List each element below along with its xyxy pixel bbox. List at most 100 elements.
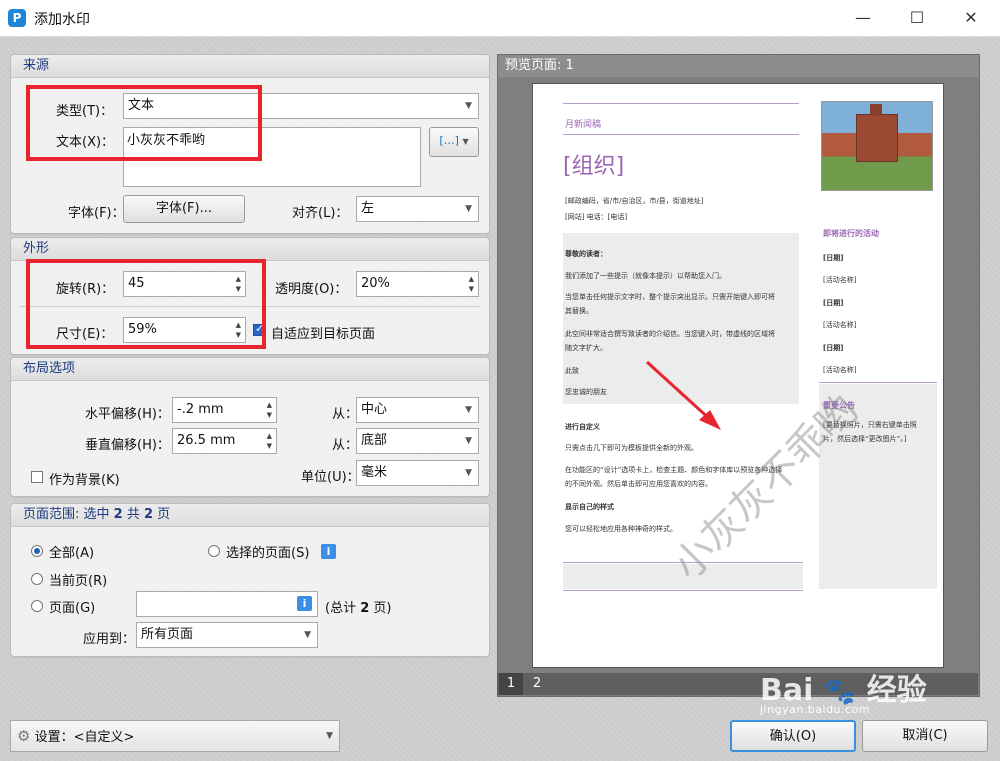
insert-macro-button[interactable]: […] ▼ [429, 127, 479, 157]
total-note-text: 页) [369, 601, 392, 616]
doc-heading: 进行自定义 [565, 423, 600, 431]
photo-tower-shape [870, 104, 882, 116]
chevron-down-icon: ▼ [304, 630, 311, 640]
divider [563, 103, 799, 104]
align-select[interactable]: 左 ▼ [356, 196, 479, 222]
chevron-down-icon: ▼ [462, 137, 469, 146]
spinner-icon[interactable]: ▲ ▼ [236, 274, 241, 294]
doc-date: [日期] [823, 299, 844, 307]
total-note-text: (总计 [325, 601, 361, 616]
spinner-icon[interactable]: ▲ ▼ [267, 431, 272, 451]
appearance-group: 外形 旋转(R)： 45 ▲ ▼ 透明度(O)： 20% ▲ ▼ 尺寸(E)： 59… [10, 237, 490, 355]
doc-newsletter: 月新闻稿 [565, 120, 602, 130]
page-tab-2[interactable]: 2 [525, 673, 549, 695]
close-button[interactable]: ✕ [948, 0, 994, 36]
doc-date: [日期] [823, 344, 844, 352]
app-icon: P [8, 9, 26, 27]
all-pages-radio[interactable] [31, 545, 43, 557]
size-stepper[interactable]: 59% ▲ ▼ [123, 317, 246, 343]
doc-paragraph: 随文字扩大。 [565, 344, 607, 352]
rotate-label: 旋转(R)： [56, 282, 115, 297]
apply-to-select[interactable]: 所有页面 ▼ [136, 622, 318, 648]
v-from-select[interactable]: 底部 ▼ [356, 428, 479, 454]
fit-page-label: 自适应到目标页面 [271, 327, 376, 342]
divider [19, 306, 481, 307]
doc-address: [邮政编码，省/市/自治区，市/县，街道地址] [565, 197, 704, 205]
brand-text: 经验 [866, 673, 927, 708]
bottom-bar: ⚙ 设置：<自定义> ▼ jingyan.baidu.com Bai 🐾 经验 … [0, 673, 1000, 761]
text-label: 文本(X)： [56, 135, 115, 150]
page-range-group: 页面范围: 选中 2 共 2 页 全部(A) 选择的页面(S) i 当前页(R)… [10, 503, 490, 657]
h-offset-stepper[interactable]: -.2 mm ▲ ▼ [172, 397, 277, 423]
building-photo [821, 101, 933, 191]
ok-button[interactable]: 确认(O) [730, 720, 856, 752]
source-group: 来源 类型(T)： 文本 ▼ 文本(X)： 小灰灰不乖哟 […] ▼ 字体(F)… [10, 54, 490, 234]
apply-to-value: 所有页面 [141, 627, 194, 642]
chevron-down-icon: ▼ [465, 436, 472, 446]
size-value: 59% [128, 322, 157, 337]
page-range-header: 页面范围: 选中 2 共 2 页 [11, 504, 489, 527]
doc-greeting: 尊敬的读者： [565, 250, 607, 258]
doc-event: [活动名称] [823, 366, 857, 374]
window-title: 添加水印 [34, 12, 90, 28]
font-button[interactable]: 字体(F)... [123, 195, 245, 223]
h-from-value: 中心 [361, 402, 388, 417]
unit-select[interactable]: 毫米 ▼ [356, 460, 479, 486]
selected-pages-radio[interactable] [208, 545, 220, 557]
spinner-icon[interactable]: ▲ ▼ [236, 320, 241, 340]
range-selected-count: 2 [113, 507, 123, 522]
doc-paragraph: 的不同外观。然后单击即可应用您喜欢的内容。 [565, 480, 712, 488]
divider [563, 590, 803, 591]
doc-paragraph: 您可以轻松地应用各种神奇的样式。 [565, 525, 677, 533]
type-select[interactable]: 文本 ▼ [123, 93, 479, 119]
fit-page-checkbox[interactable] [253, 322, 265, 336]
doc-org: [组织] [563, 154, 625, 179]
text-input[interactable]: 小灰灰不乖哟 [123, 127, 421, 187]
doc-date: [日期] [823, 254, 844, 262]
pages-radio[interactable] [31, 600, 43, 612]
doc-sign: 您忠诚的朋友 [565, 388, 607, 396]
range-header-text: 共 [122, 507, 144, 522]
doc-event: [活动名称] [823, 276, 857, 284]
v-from-value: 底部 [361, 433, 388, 448]
brand-text: Bai [760, 673, 814, 708]
doc-paragraph: 其替换。 [565, 307, 593, 315]
size-label: 尺寸(E)： [56, 327, 114, 342]
doc-paragraph: 我们添加了一些提示（就像本提示）以帮助您入门。 [565, 272, 726, 280]
spinner-icon[interactable]: ▲ ▼ [267, 400, 272, 420]
h-offset-label: 水平偏移(H)： [85, 407, 170, 422]
doc-closing: 此致 [565, 367, 579, 375]
minimize-button[interactable]: — [840, 0, 886, 36]
total-note-count: 2 [360, 601, 370, 616]
chevron-down-icon: ▼ [465, 468, 472, 478]
pages-label: 页面(G) [49, 601, 96, 616]
h-offset-value: -.2 mm [177, 402, 224, 417]
current-page-label: 当前页(R) [49, 574, 108, 589]
background-checkbox[interactable] [31, 471, 43, 483]
type-value: 文本 [128, 98, 155, 113]
h-from-select[interactable]: 中心 ▼ [356, 397, 479, 423]
divider [563, 134, 799, 135]
chevron-down-icon: ▼ [465, 204, 472, 214]
page-tab-1[interactable]: 1 [499, 673, 523, 695]
unit-label: 单位(U)： [301, 470, 360, 485]
info-icon[interactable]: i [297, 596, 312, 611]
title-bar: P 添加水印 — ☐ ✕ [0, 0, 1000, 37]
v-from-label: 从： [332, 438, 359, 453]
preview-page: 月新闻稿 [组织] [邮政编码，省/市/自治区，市/县，街道地址] [网站] 电… [532, 83, 944, 668]
settings-select[interactable]: ⚙ 设置：<自定义> ▼ [10, 720, 340, 752]
arrow-icon [645, 360, 721, 430]
range-header-text: 页面范围: 选中 [23, 507, 114, 522]
maximize-button[interactable]: ☐ [894, 0, 940, 36]
info-icon[interactable]: i [321, 544, 336, 559]
rotate-stepper[interactable]: 45 ▲ ▼ [123, 271, 246, 297]
unit-value: 毫米 [361, 465, 388, 480]
spinner-icon[interactable]: ▲ ▼ [469, 274, 474, 294]
pages-input[interactable] [136, 591, 318, 617]
cancel-button[interactable]: 取消(C) [862, 720, 988, 752]
dialog-body: 来源 类型(T)： 文本 ▼ 文本(X)： 小灰灰不乖哟 […] ▼ 字体(F)… [0, 37, 1000, 761]
h-from-label: 从： [332, 407, 359, 422]
opacity-stepper[interactable]: 20% ▲ ▼ [356, 271, 479, 297]
v-offset-stepper[interactable]: 26.5 mm ▲ ▼ [172, 428, 277, 454]
current-page-radio[interactable] [31, 573, 43, 585]
